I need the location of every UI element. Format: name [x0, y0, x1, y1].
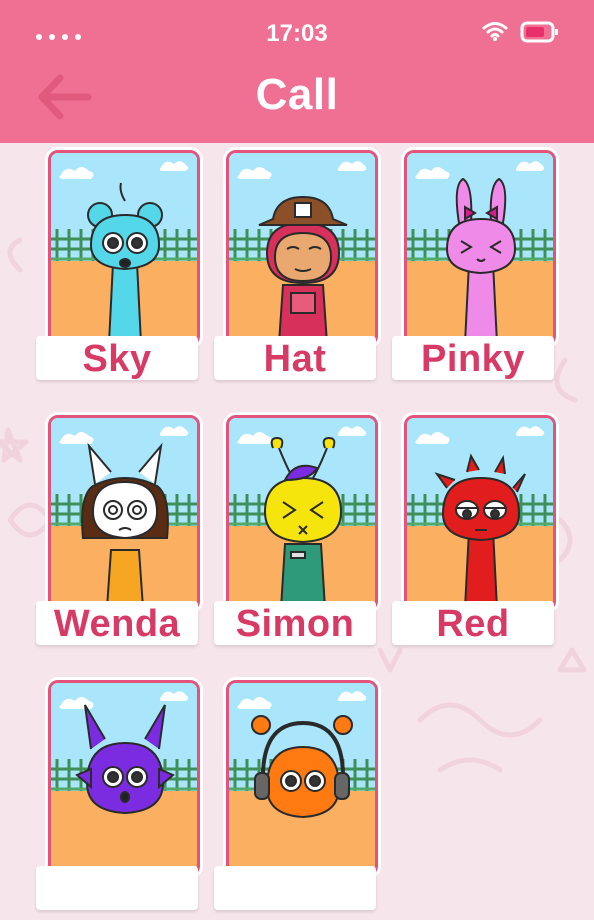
character-card-purple[interactable] [36, 680, 216, 920]
character-name: Hat [214, 336, 376, 380]
character-portrait [226, 150, 378, 346]
character-card-red[interactable]: Red [392, 415, 572, 655]
character-portrait [226, 415, 378, 611]
wifi-icon [482, 22, 508, 41]
character-portrait [226, 680, 378, 876]
character-card-pinky[interactable]: Pinky [392, 150, 572, 390]
character-card-hat[interactable]: Hat [214, 150, 394, 390]
character-name: Simon [214, 601, 376, 645]
character-portrait [48, 150, 200, 346]
character-name: Pinky [392, 336, 554, 380]
character-portrait [404, 415, 556, 611]
character-name: Wenda [36, 601, 198, 645]
battery-icon [520, 21, 558, 43]
character-name: Red [392, 601, 554, 645]
character-name [214, 866, 376, 910]
page-title: Call [255, 70, 339, 119]
character-card-sky[interactable]: Sky [36, 150, 216, 390]
character-name [36, 866, 198, 910]
app-header: 17:03 Call [0, 0, 594, 143]
character-card-orange[interactable] [214, 680, 394, 920]
character-card-wenda[interactable]: Wenda [36, 415, 216, 655]
character-portrait [404, 150, 556, 346]
character-name: Sky [36, 336, 198, 380]
character-card-simon[interactable]: Simon [214, 415, 394, 655]
character-portrait [48, 415, 200, 611]
character-portrait [48, 680, 200, 876]
